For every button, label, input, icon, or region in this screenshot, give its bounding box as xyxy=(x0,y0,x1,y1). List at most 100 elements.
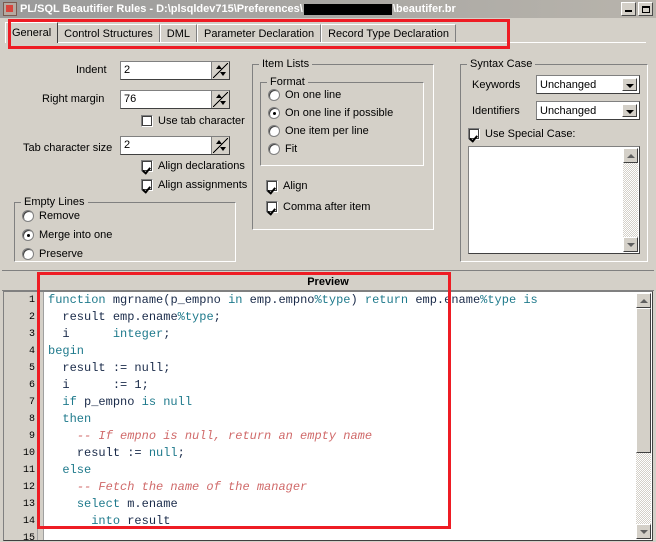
preview-code-area[interactable]: 1 2 3 4 5 6 7 8 9 10 11 12 13 14 15 function mgrname(p… xyxy=(3,291,653,541)
tab-character-size-spinner[interactable] xyxy=(211,137,229,154)
tab-dml[interactable]: DML xyxy=(159,24,198,43)
chevron-down-icon[interactable] xyxy=(622,78,637,91)
scrollbar-thumb[interactable] xyxy=(636,308,651,453)
line-number: 14 xyxy=(22,516,35,527)
right-margin-label: Right margin xyxy=(42,93,105,105)
checkbox-box[interactable] xyxy=(141,115,153,127)
checkbox-box[interactable] xyxy=(266,180,278,192)
scroll-down-button[interactable] xyxy=(623,237,638,252)
align-assignments-checkbox[interactable]: Align assignments xyxy=(141,179,247,191)
radio-dot[interactable] xyxy=(22,248,34,260)
align-declarations-label: Align declarations xyxy=(158,160,245,172)
indent-input[interactable]: 2 xyxy=(120,61,230,80)
radio-empty-lines-preserve[interactable]: Preserve xyxy=(22,248,83,260)
code-token: begin xyxy=(48,344,85,358)
code-token: null xyxy=(163,395,193,409)
checkbox-box[interactable] xyxy=(468,128,480,140)
tab-record-type-declaration[interactable]: Record Type Declaration xyxy=(321,24,456,43)
code-line: select m.ename xyxy=(48,496,635,513)
special-case-scrollbar[interactable] xyxy=(623,148,638,252)
preview-code-text: function mgrname(p_empno in emp.empno%ty… xyxy=(48,292,635,540)
radio-dot[interactable] xyxy=(268,107,280,119)
scroll-up-button[interactable] xyxy=(636,293,651,308)
spinner-down-icon[interactable] xyxy=(220,147,226,151)
line-number: 5 xyxy=(28,363,35,374)
indent-spinner[interactable] xyxy=(211,62,229,79)
item-lists-group: Item Lists Format On one line On one lin… xyxy=(252,58,434,230)
maximize-icon xyxy=(642,6,650,13)
code-token: := 1; xyxy=(112,378,149,392)
spinner-up-icon[interactable] xyxy=(216,94,222,98)
radio-dot[interactable] xyxy=(22,210,34,222)
code-token: result := xyxy=(76,446,149,460)
spinner-down-icon[interactable] xyxy=(220,101,226,105)
checkbox-box[interactable] xyxy=(266,201,278,213)
checkbox-box[interactable] xyxy=(141,179,153,191)
code-token: if xyxy=(62,395,77,409)
radio-format-on-one-line[interactable]: On one line xyxy=(268,89,341,101)
keywords-select[interactable]: Unchanged xyxy=(536,75,640,94)
checkbox-box[interactable] xyxy=(141,160,153,172)
scroll-down-button[interactable] xyxy=(636,524,651,539)
code-line: function mgrname(p_empno in emp.empno%ty… xyxy=(48,292,635,309)
code-token: emp.empno xyxy=(249,293,315,307)
special-case-listbox[interactable] xyxy=(468,146,640,254)
window-title-prefix: PL/SQL Beautifier Rules - D:\plsqldev715… xyxy=(20,3,303,15)
arrow-down-icon xyxy=(640,530,648,534)
radio-empty-lines-merge-into-one[interactable]: Merge into one xyxy=(22,229,112,241)
radio-dot[interactable] xyxy=(268,125,280,137)
radio-format-fit[interactable]: Fit xyxy=(268,143,297,155)
minimize-button[interactable] xyxy=(621,2,636,16)
radio-format-on-one-line-if-possible[interactable]: On one line if possible xyxy=(268,107,393,119)
line-number: 9 xyxy=(28,431,35,442)
line-number-gutter: 1 2 3 4 5 6 7 8 9 10 11 12 13 14 15 xyxy=(4,292,38,540)
tab-parameter-declaration[interactable]: Parameter Declaration xyxy=(197,24,322,43)
align-checkbox[interactable]: Align xyxy=(266,180,307,192)
tab-control-structures-label: Control Structures xyxy=(64,28,153,40)
right-margin-input[interactable]: 76 xyxy=(120,90,230,109)
chevron-down-icon[interactable] xyxy=(622,104,637,117)
radio-format-one-item-per-line[interactable]: One item per line xyxy=(268,125,369,137)
code-token: mgrname xyxy=(112,293,164,307)
tab-general[interactable]: General xyxy=(5,22,59,43)
title-bar: PL/SQL Beautifier Rules - D:\plsqldev715… xyxy=(0,0,656,18)
format-options: On one line On one line if possible One … xyxy=(260,82,424,166)
code-token: i xyxy=(62,327,70,341)
identifiers-select[interactable]: Unchanged xyxy=(536,101,640,120)
radio-empty-lines-remove[interactable]: Remove xyxy=(22,210,80,222)
use-special-case-checkbox[interactable]: Use Special Case: xyxy=(468,128,576,140)
spinner-up-icon[interactable] xyxy=(216,65,222,69)
line-number: 4 xyxy=(28,346,35,357)
code-vertical-scrollbar[interactable] xyxy=(636,293,651,539)
radio-dot[interactable] xyxy=(22,229,34,241)
code-line: into result xyxy=(48,513,635,530)
scroll-up-button[interactable] xyxy=(623,148,638,163)
item-lists-title: Item Lists xyxy=(259,58,313,70)
radio-dot[interactable] xyxy=(268,143,280,155)
tab-control-structures[interactable]: Control Structures xyxy=(57,24,160,43)
comma-after-item-checkbox[interactable]: Comma after item xyxy=(266,201,370,213)
radio-empty-lines-preserve-label: Preserve xyxy=(39,248,84,260)
right-margin-spinner[interactable] xyxy=(211,91,229,108)
line-number: 13 xyxy=(22,499,35,510)
code-token: is xyxy=(141,395,157,409)
syntax-case-title: Syntax Case xyxy=(467,58,536,70)
align-declarations-checkbox[interactable]: Align declarations xyxy=(141,160,245,172)
comma-after-item-label: Comma after item xyxy=(283,201,371,213)
code-token: -- If empno is null, return an empty nam… xyxy=(76,429,373,443)
format-group: Format On one line On one line if possib… xyxy=(260,76,424,166)
minimize-icon xyxy=(625,10,632,12)
spinner-up-icon[interactable] xyxy=(216,140,222,144)
tab-character-size-input[interactable]: 2 xyxy=(120,136,230,155)
maximize-button[interactable] xyxy=(638,2,653,16)
use-tab-character-checkbox[interactable]: Use tab character xyxy=(141,115,245,127)
code-token: -- Fetch the name of the manager xyxy=(76,480,308,494)
window-controls xyxy=(621,2,653,16)
radio-dot[interactable] xyxy=(268,89,280,101)
spinner-down-icon[interactable] xyxy=(220,72,226,76)
arrow-up-icon xyxy=(640,299,648,303)
indent-label: Indent xyxy=(76,64,107,76)
